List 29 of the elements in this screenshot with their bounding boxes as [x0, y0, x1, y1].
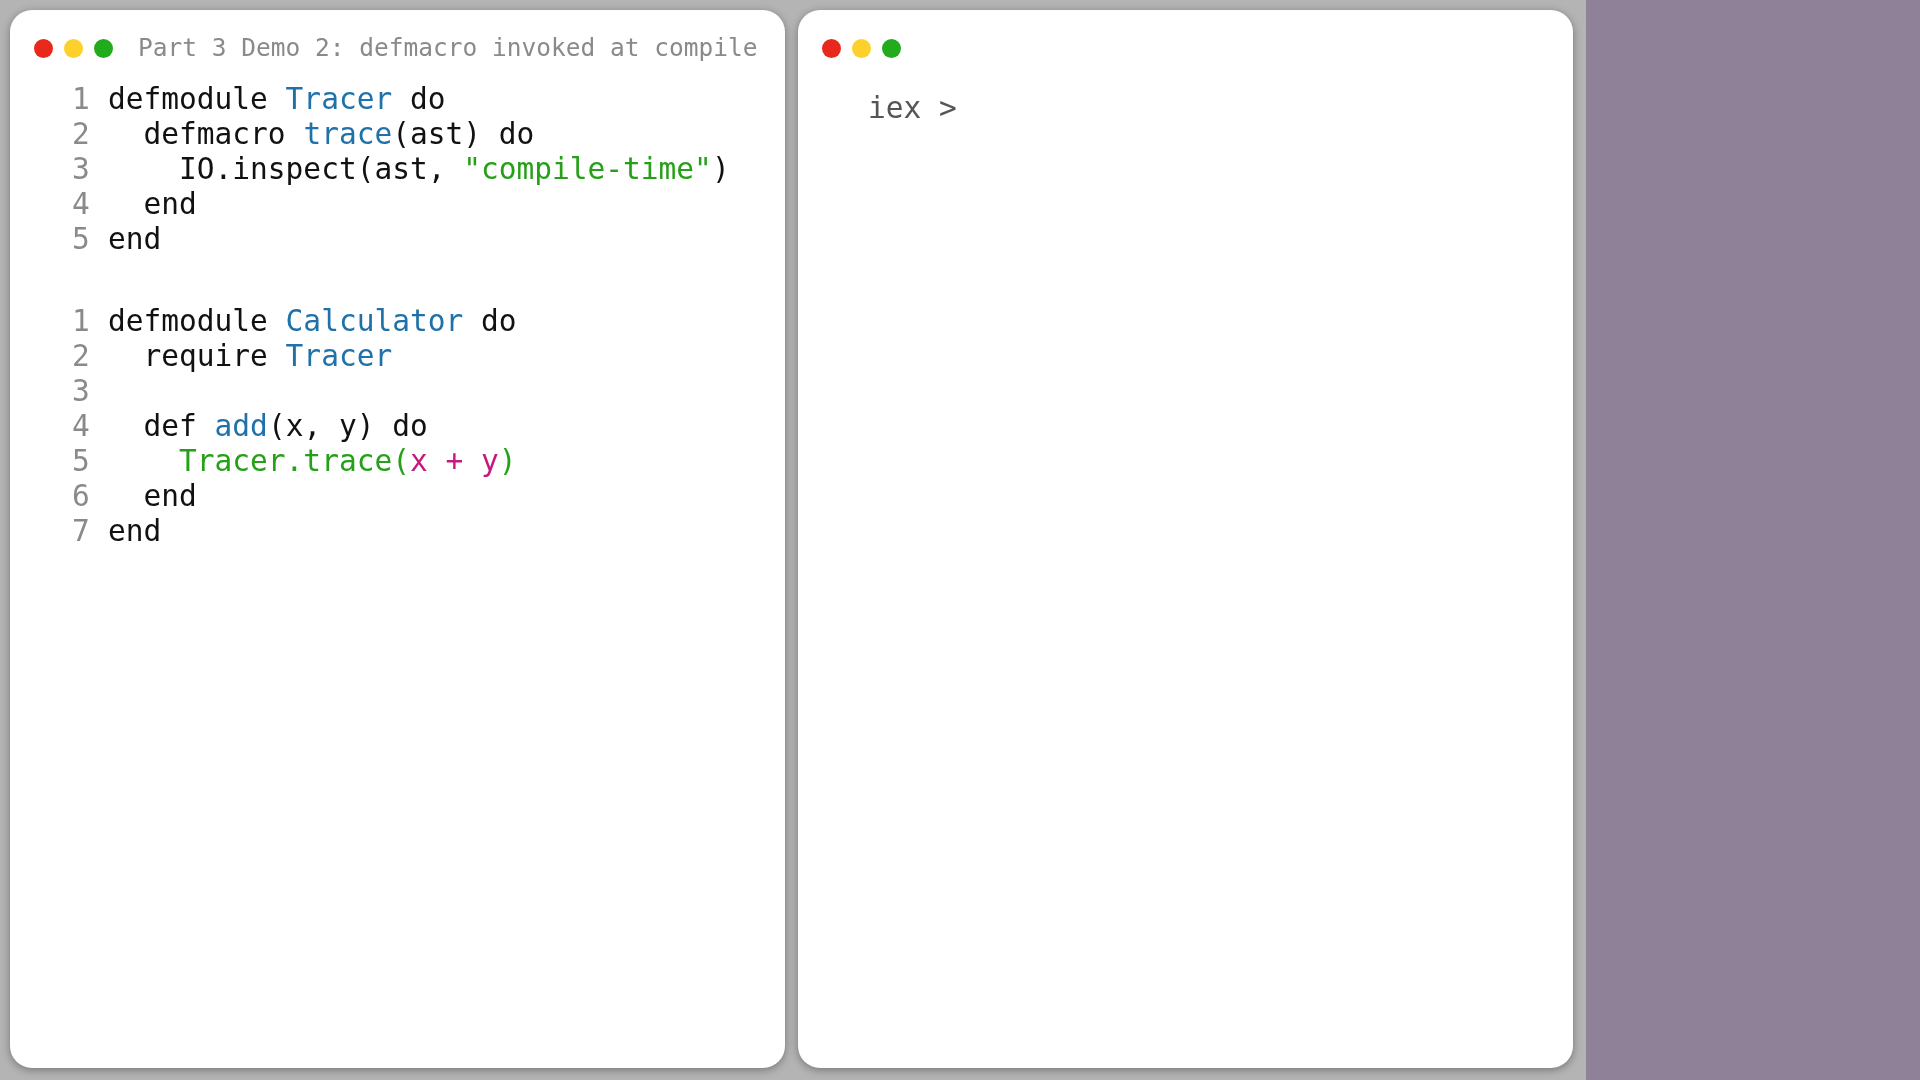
- code-line: def add(x, y) do: [142, 409, 428, 444]
- code-line: end: [142, 187, 197, 222]
- line-number: 6: [71, 479, 91, 514]
- line-number: 5: [71, 444, 91, 479]
- line-number: 4: [71, 409, 91, 444]
- close-button[interactable]: [34, 38, 53, 58]
- line-number: 2: [71, 117, 91, 152]
- line-number: 3: [71, 152, 91, 187]
- line-number: 4: [71, 187, 91, 222]
- code-line: IO.inspect(ast, "compile-time"): [178, 152, 730, 187]
- code-line: require Tracer: [142, 339, 393, 374]
- close-button[interactable]: [822, 38, 841, 58]
- code-line: defmodule Calculator do: [108, 304, 517, 339]
- line-number: 2: [71, 339, 91, 374]
- terminal-prompt: iex >: [868, 90, 958, 127]
- code-line: end: [142, 479, 197, 514]
- code-line: end: [108, 514, 162, 549]
- line-number: 1: [71, 82, 91, 117]
- code-line: Tracer.trace(x + y): [178, 444, 517, 479]
- line-number: 5: [71, 222, 91, 257]
- window-title: Part 3 Demo 2: defmacro invoked at compile: [138, 36, 758, 60]
- maximize-button[interactable]: [94, 38, 113, 58]
- code-line: defmacro trace(ast) do: [142, 117, 535, 152]
- code-line: defmodule Tracer do: [108, 82, 446, 117]
- line-number: 1: [71, 304, 91, 339]
- line-number: 7: [71, 514, 91, 549]
- line-number: 3: [71, 374, 91, 409]
- code-line: end: [108, 222, 162, 257]
- maximize-button[interactable]: [882, 38, 901, 58]
